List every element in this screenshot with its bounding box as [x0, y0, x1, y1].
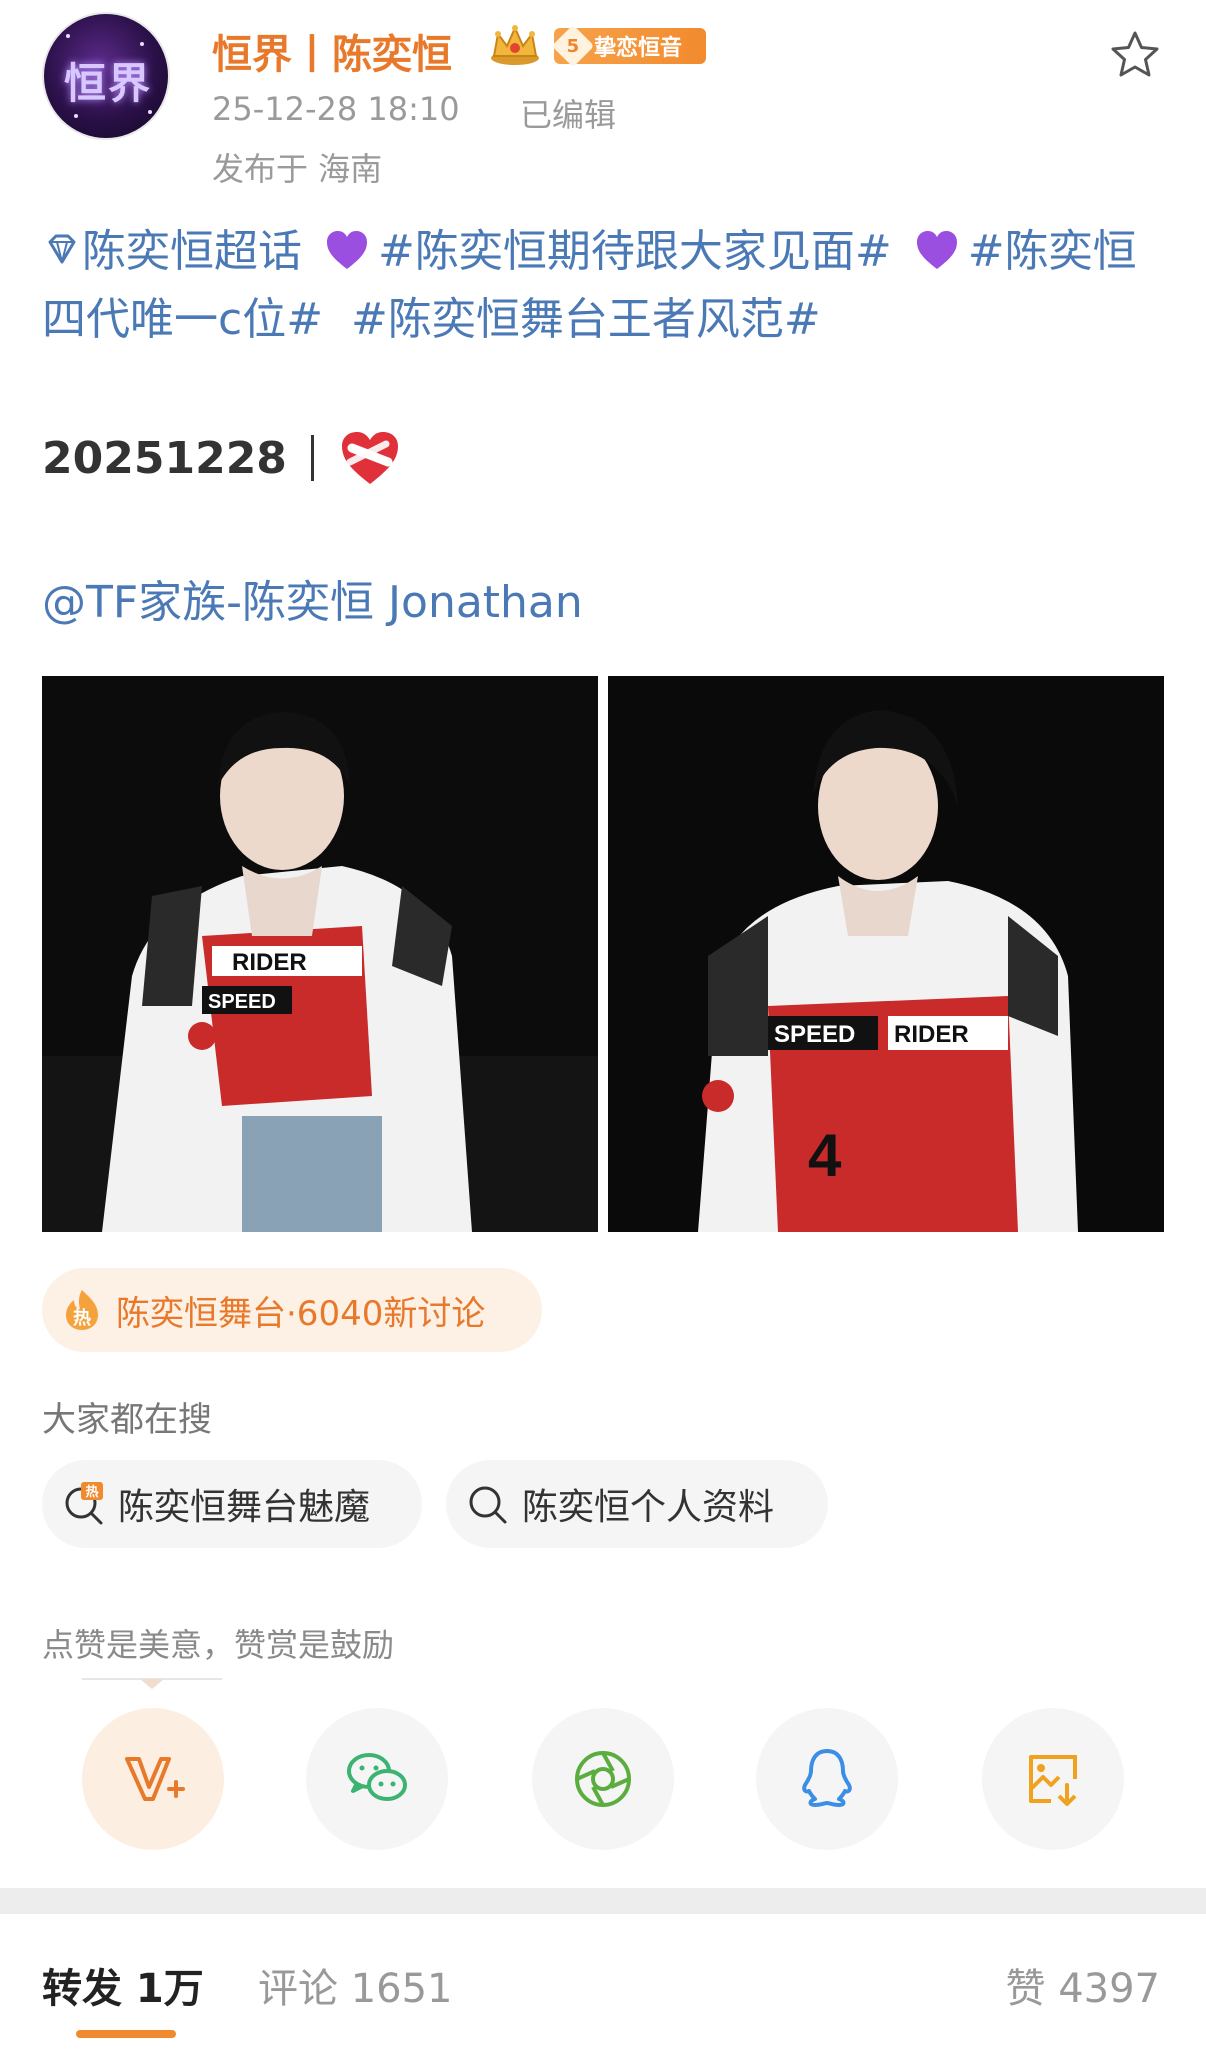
purple-heart-icon [327, 231, 367, 269]
svg-text:RIDER: RIDER [232, 949, 307, 976]
photo-1-illustration: RIDER SPEED [42, 676, 598, 1232]
svg-text:4: 4 [808, 1122, 842, 1189]
tab-comment[interactable]: 评论 1651 [258, 1956, 453, 2014]
super-topic-link[interactable]: 陈奕恒超话 [42, 226, 302, 277]
user-mention-link[interactable]: @TF家族-陈奕恒 Jonathan [42, 566, 583, 630]
share-moments-button[interactable] [532, 1708, 674, 1850]
wechat-icon [347, 1753, 407, 1801]
search-chip-text: 陈奕恒个人资料 [522, 1487, 775, 1528]
post-text: 陈奕恒超话 #陈奕恒期待跟大家见面# #陈奕恒 四代唯一c位# #陈奕恒舞台王者… [42, 218, 1172, 354]
hot-topic-pill[interactable]: 热 陈奕恒舞台·6040新讨论 [42, 1268, 542, 1352]
tab-repost[interactable]: 转发 1万 [42, 1956, 204, 2014]
divider [310, 435, 314, 481]
save-image-icon [1029, 1755, 1077, 1806]
reward-v-icon [125, 1757, 185, 1801]
active-tab-indicator [76, 2030, 176, 2038]
save-image-button[interactable] [982, 1708, 1124, 1850]
avatar-logo: 恒界 [63, 59, 152, 108]
qq-icon [802, 1749, 852, 1807]
post-header: 恒界 恒界丨陈奕恒 5 挚恋恒音 25-12-28 18:10 已编辑 发布于 … [0, 0, 1206, 200]
svg-text:RIDER: RIDER [894, 1021, 969, 1048]
post-photo-1[interactable]: RIDER SPEED [42, 676, 598, 1232]
search-chip-1[interactable]: 热 陈奕恒舞台魅魔 [42, 1460, 422, 1548]
svg-text:SPEED: SPEED [774, 1021, 855, 1048]
search-chip-text: 陈奕恒舞台魅魔 [118, 1487, 371, 1528]
share-qq-button[interactable] [756, 1708, 898, 1850]
tab-like[interactable]: 赞 4397 [1005, 1956, 1160, 2014]
user-name[interactable]: 恒界丨陈奕恒 [212, 22, 452, 80]
crown-icon [491, 25, 539, 65]
photo-2-illustration: SPEED RIDER 4 [608, 676, 1164, 1232]
fan-badge[interactable]: 5 挚恋恒音 [551, 24, 706, 68]
share-wechat-button[interactable] [306, 1708, 448, 1850]
reward-hint: 点赞是美意，赞赏是鼓励 [42, 1626, 395, 1664]
purple-heart-icon [916, 231, 957, 269]
hot-search-icon: 热 [65, 1482, 103, 1525]
fan-badge-label: 挚恋恒音 [594, 36, 683, 61]
post-date-text: 20251228 [42, 432, 287, 484]
section-divider [0, 1888, 1206, 1914]
star-icon[interactable] [1108, 28, 1162, 82]
edited-label[interactable]: 已编辑 [520, 90, 616, 136]
date-line: 20251228 [42, 428, 402, 488]
hot-topic-text: 陈奕恒舞台·6040新讨论 [116, 1293, 486, 1334]
post-photo-2[interactable]: SPEED RIDER 4 [608, 676, 1164, 1232]
reward-button[interactable] [82, 1708, 224, 1850]
topic-link-3[interactable]: #陈奕恒舞台王者风范# [351, 294, 821, 345]
svg-text:热: 热 [85, 1484, 98, 1500]
reward-pointer [82, 1678, 222, 1689]
search-icon [469, 1486, 507, 1524]
avatar[interactable]: 恒界 [42, 12, 170, 140]
mending-heart-icon [341, 432, 398, 484]
search-chip-2[interactable]: 陈奕恒个人资料 [446, 1460, 828, 1548]
svg-text:SPEED: SPEED [208, 991, 276, 1013]
post-timestamp: 25-12-28 18:10 [212, 90, 460, 128]
super-topic-diamond-icon [48, 234, 76, 264]
post-location: 发布于 海南 [212, 150, 383, 188]
svg-text:热: 热 [73, 1307, 91, 1329]
hot-icon: 热 [66, 1290, 98, 1330]
fan-level: 5 [551, 24, 595, 68]
trending-search-label: 大家都在搜 [42, 1400, 212, 1440]
moments-icon [575, 1751, 631, 1807]
topic-link-1[interactable]: #陈奕恒期待跟大家见面# [378, 226, 892, 277]
